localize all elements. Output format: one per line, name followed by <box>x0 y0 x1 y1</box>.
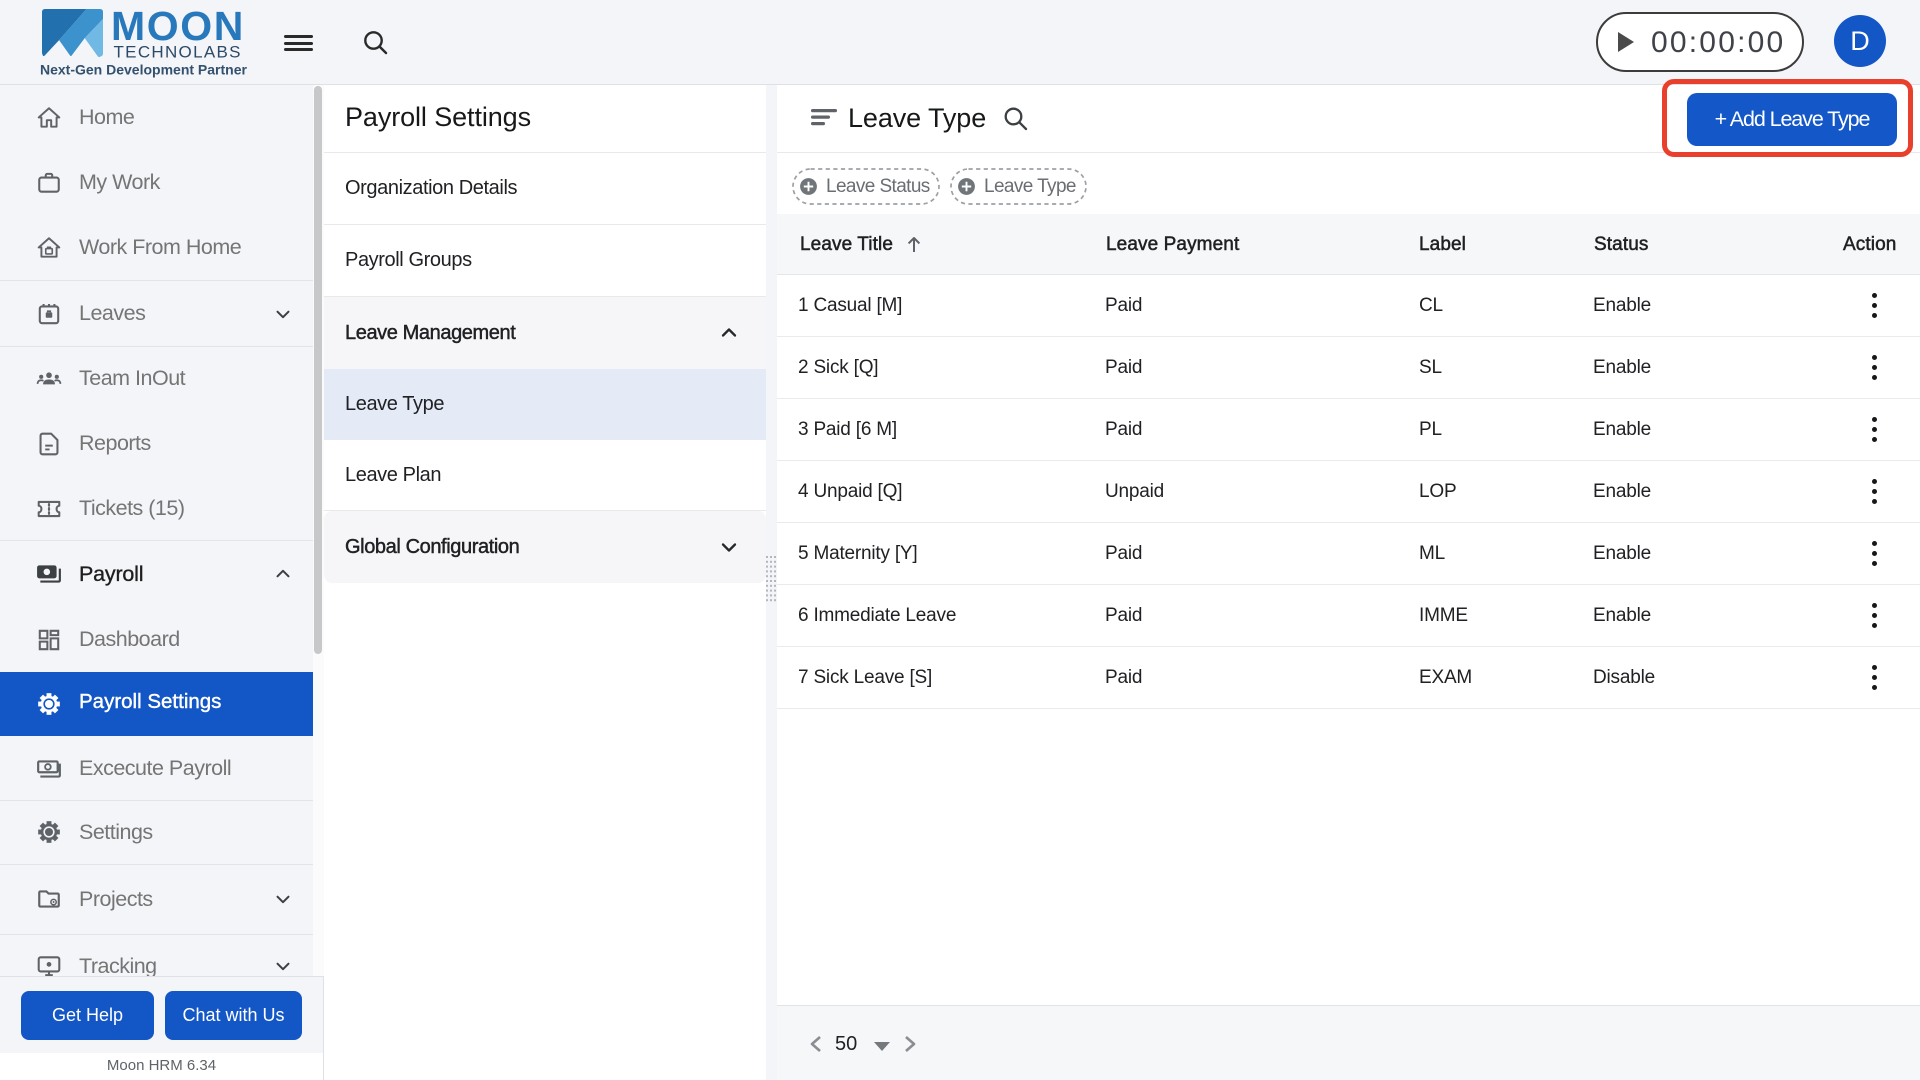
svg-text:Next-Gen Development Partner: Next-Gen Development Partner <box>40 62 247 78</box>
svg-text:TECHNOLABS: TECHNOLABS <box>114 43 242 62</box>
